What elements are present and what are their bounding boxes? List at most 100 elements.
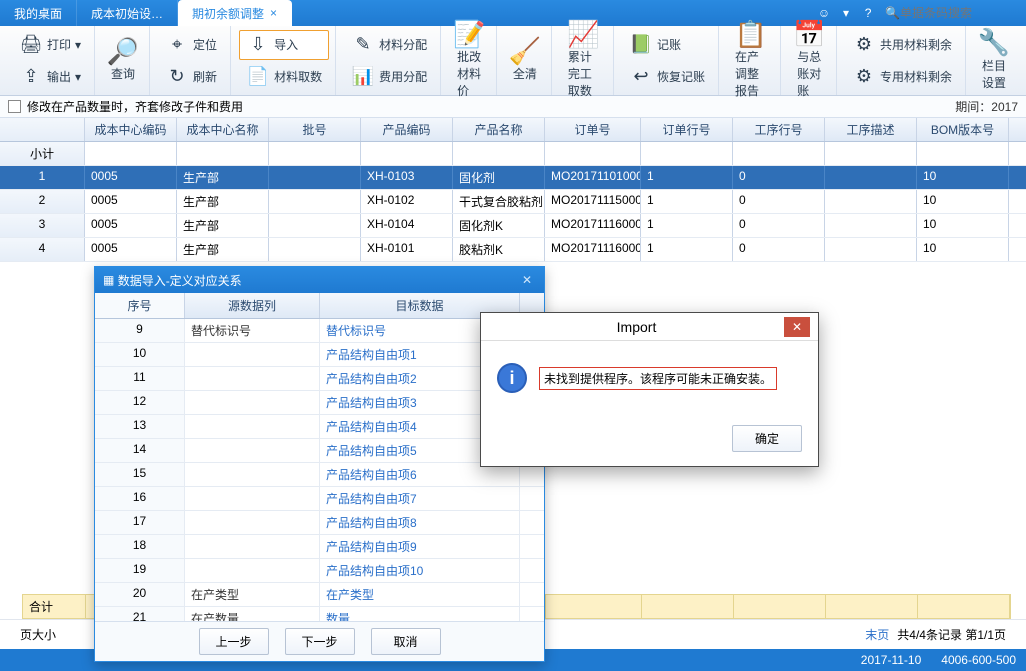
info-icon: i [497, 363, 527, 393]
printer-icon: 🖨 [19, 33, 43, 57]
col-batch[interactable]: 批号 [269, 118, 361, 141]
status-date: 2017-11-10 [861, 653, 922, 667]
data-grid: 成本中心编码 成本中心名称 批号 产品编码 产品名称 订单号 订单行号 工序行号… [0, 118, 1026, 262]
col-order-no[interactable]: 订单号 [545, 118, 641, 141]
unpost-button[interactable]: ↩恢复记账 [622, 62, 712, 92]
mapping-row[interactable]: 17产品结构自由项8 [95, 511, 544, 535]
cum-finish-button[interactable]: 📈累计完工取数 [560, 18, 607, 103]
shared-material-button[interactable]: ⚙共用材料剩余 [845, 30, 959, 60]
next-button[interactable]: 下一步 [285, 628, 355, 655]
mapping-row[interactable]: 12产品结构自由项3 [95, 391, 544, 415]
page-info: 共4/4条记录 第1/1页 [897, 626, 1006, 643]
locate-button[interactable]: ⌖定位 [158, 30, 224, 60]
import-icon: ⇩ [246, 33, 270, 57]
prev-button[interactable]: 上一步 [199, 628, 269, 655]
locate-icon: ⌖ [165, 33, 189, 57]
cost-dist-button[interactable]: 📊费用分配 [344, 62, 434, 92]
error-message: 未找到提供程序。该程序可能未正确安装。 [539, 367, 777, 390]
tab-desktop[interactable]: 我的桌面 [0, 0, 77, 26]
import-button[interactable]: ⇩导入 [239, 30, 329, 60]
mapping-row[interactable]: 20在产类型在产类型 [95, 583, 544, 607]
error-close-button[interactable]: ✕ [784, 317, 810, 337]
mapping-row[interactable]: 14产品结构自由项5 [95, 439, 544, 463]
reconcile-button[interactable]: 📅与总账对账 [789, 18, 830, 103]
mapping-row[interactable]: 21在产数量数量 [95, 607, 544, 621]
material-fetch-button[interactable]: 📄材料取数 [239, 62, 329, 92]
refresh-button[interactable]: ↻刷新 [158, 62, 224, 92]
book-icon: 📗 [629, 33, 653, 57]
search-doc-icon: 🔎 [111, 39, 135, 63]
subtotal-row: 小计 [0, 142, 1026, 166]
help-icon[interactable]: ? [857, 0, 879, 26]
col-process-row[interactable]: 工序行号 [733, 118, 825, 141]
col-process-desc[interactable]: 工序描述 [825, 118, 917, 141]
ok-button[interactable]: 确定 [732, 425, 802, 452]
tab-opening-balance[interactable]: 期初余额调整× [178, 0, 292, 26]
print-button[interactable]: 🖨打印▾ [12, 30, 88, 60]
query-button[interactable]: 🔎查询 [103, 35, 143, 86]
ribbon: 🖨打印▾ ⇪输出▾ 🔎查询 ⌖定位 ↻刷新 ⇩导入 📄材料取数 ✎材料分配 📊费… [0, 26, 1026, 96]
clear-all-button[interactable]: 🧹全清 [505, 35, 545, 86]
last-page-link[interactable]: 末页 [865, 626, 889, 643]
price-icon: 📝 [457, 22, 481, 46]
search-input[interactable] [900, 6, 1020, 20]
mapping-row[interactable]: 9替代标识号替代标识号 [95, 319, 544, 343]
import-error-dialog: Import ✕ i 未找到提供程序。该程序可能未正确安装。 确定 [480, 312, 819, 467]
mapping-row[interactable]: 15产品结构自由项6 [95, 463, 544, 487]
col-rowhead[interactable] [0, 118, 85, 141]
mapping-row[interactable]: 11产品结构自由项2 [95, 367, 544, 391]
search-icon: 🔍 [885, 6, 900, 20]
col-cost-center-name[interactable]: 成本中心名称 [177, 118, 269, 141]
batch-price-button[interactable]: 📝批改材料价 [449, 18, 490, 103]
table-row[interactable]: 20005生产部XH-0102干式复合胶粘剂MO2017111500011010 [0, 190, 1026, 214]
col-order-row[interactable]: 订单行号 [641, 118, 733, 141]
mapping-row[interactable]: 19产品结构自由项10 [95, 559, 544, 583]
page-size-label: 页大小 [20, 626, 56, 643]
reconcile-icon: 📅 [798, 22, 822, 46]
dialog-title: 数据导入-定义对应关系 [118, 272, 242, 289]
checkbox-label: 修改在产品数量时，齐套修改子件和费用 [27, 98, 243, 115]
pencil-icon: ✎ [351, 33, 375, 57]
col-seq[interactable]: 序号 [95, 293, 185, 318]
special-icon: ⚙ [852, 65, 876, 89]
cum-icon: 📈 [571, 22, 595, 46]
mapping-row[interactable]: 10产品结构自由项1 [95, 343, 544, 367]
special-material-button[interactable]: ⚙专用材料剩余 [845, 62, 959, 92]
column-settings-button[interactable]: 🔧栏目设置 [974, 27, 1014, 95]
barcode-search[interactable]: 🔍 [879, 0, 1026, 26]
col-product-code[interactable]: 产品编码 [361, 118, 453, 141]
mapping-row[interactable]: 13产品结构自由项4 [95, 415, 544, 439]
share-icon: ⚙ [852, 33, 876, 57]
fetch-icon: 📄 [246, 65, 270, 89]
table-row[interactable]: 30005生产部XH-0104固化剂KMO2017111600011010 [0, 214, 1026, 238]
mapping-row[interactable]: 16产品结构自由项7 [95, 487, 544, 511]
export-button[interactable]: ⇪输出▾ [12, 62, 88, 92]
grid-icon: ▦ [103, 273, 114, 287]
period-label: 期间：2017 [955, 98, 1018, 115]
col-cost-center-code[interactable]: 成本中心编码 [85, 118, 177, 141]
sync-subitems-checkbox[interactable] [8, 100, 21, 113]
table-row[interactable]: 40005生产部XH-0101胶粘剂KMO2017111600021010 [0, 238, 1026, 262]
close-icon[interactable]: × [270, 6, 277, 20]
tab-costinit[interactable]: 成本初始设… [77, 0, 178, 26]
import-mapping-dialog: ▦ 数据导入-定义对应关系 ✕ 序号 源数据列 目标数据 9替代标识号替代标识号… [94, 266, 545, 662]
mapping-row[interactable]: 18产品结构自由项9 [95, 535, 544, 559]
col-src[interactable]: 源数据列 [185, 293, 320, 318]
col-product-name[interactable]: 产品名称 [453, 118, 545, 141]
material-dist-button[interactable]: ✎材料分配 [344, 30, 434, 60]
columns-icon: 🔧 [982, 31, 1006, 55]
report-icon: 📋 [739, 22, 763, 46]
refresh-icon: ↻ [165, 65, 189, 89]
error-title: Import [489, 319, 784, 335]
status-phone: 4006-600-500 [941, 653, 1016, 667]
cancel-button[interactable]: 取消 [371, 628, 441, 655]
post-button[interactable]: 📗记账 [622, 30, 712, 60]
col-bom-ver[interactable]: BOM版本号 [917, 118, 1009, 141]
table-row[interactable]: 10005生产部XH-0103固化剂MO2017110100011010 [0, 166, 1026, 190]
wip-report-button[interactable]: 📋在产调整报告 [727, 18, 774, 103]
cost-icon: 📊 [351, 65, 375, 89]
dropdown-icon[interactable]: ▾ [835, 0, 857, 26]
export-icon: ⇪ [19, 65, 43, 89]
dialog-close-icon[interactable]: ✕ [518, 273, 536, 287]
clear-icon: 🧹 [513, 39, 537, 63]
